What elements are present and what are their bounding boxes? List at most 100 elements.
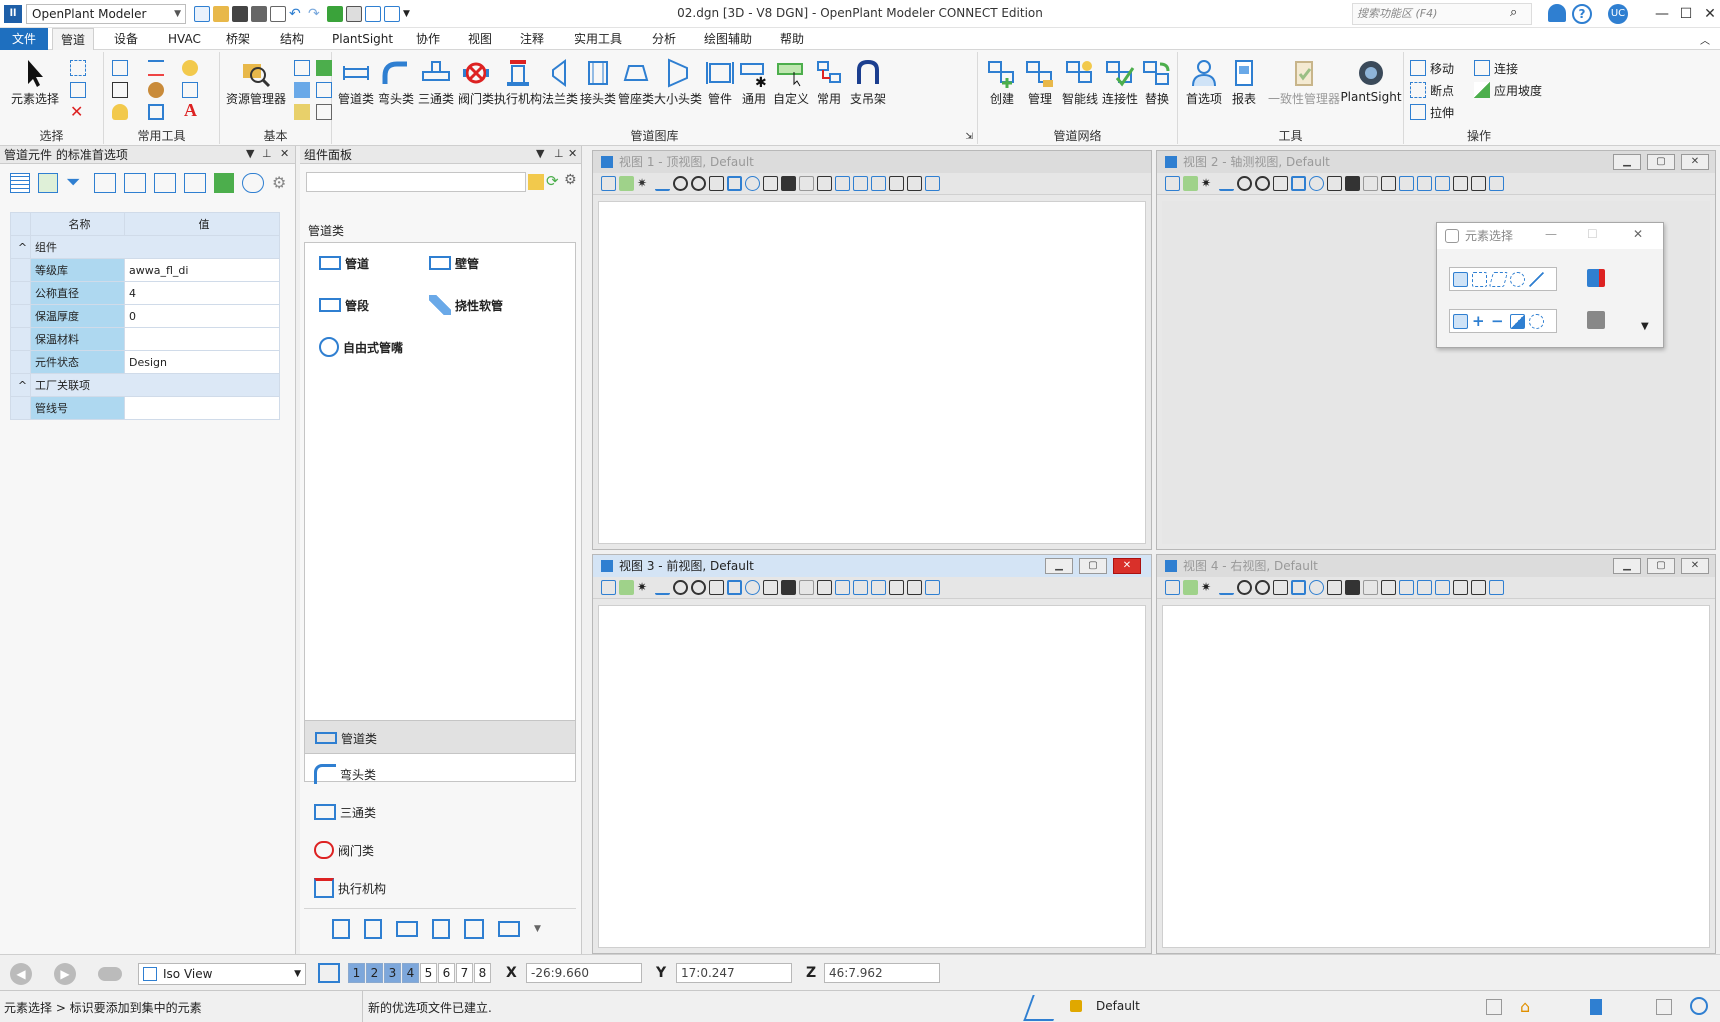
brightness-icon[interactable]: ✷ [637,580,652,595]
language-icon[interactable] [1690,997,1708,1015]
library-custom-button[interactable]: 自定义 [772,58,810,107]
ground-icon[interactable] [1219,176,1234,191]
category-list-item[interactable]: 弯头类 [314,764,376,784]
pan-icon[interactable] [763,580,778,595]
library-pipe-button[interactable]: 管道类 [336,58,376,107]
camera-icon[interactable] [817,176,832,191]
library-support-button[interactable]: 支吊架 [848,58,888,107]
category-list-item[interactable]: 执行机构 [314,878,386,898]
table-row[interactable]: 保温材料 [10,327,280,351]
tab-cabletray[interactable]: 桥架 [218,28,258,50]
views-icon[interactable] [194,6,210,22]
user-avatar[interactable]: UC [1608,4,1628,24]
component-item-free-nozzle[interactable]: 自由式管嘴 [319,337,403,357]
ground-icon[interactable] [1219,580,1234,595]
network-manage-button[interactable]: 管理 [1022,58,1058,107]
next-view-icon[interactable] [853,176,868,191]
light-icon[interactable] [182,60,198,76]
network-smartline-button[interactable]: 智能线 [1060,58,1100,107]
generic-icon[interactable] [498,920,520,937]
reports-button[interactable]: 报表 [1226,58,1262,107]
table-row[interactable]: 元件状态 Design [10,350,280,374]
fit-view-icon[interactable] [727,580,742,595]
view-toggle-4[interactable]: 4 [402,963,419,983]
settings-icon[interactable]: ⚙ [564,172,577,188]
model-icon[interactable] [98,967,122,981]
walk-icon[interactable] [1345,580,1360,595]
section-header-plant[interactable]: 工厂关联项 [30,373,280,397]
home-icon[interactable]: ⌂ [1520,997,1530,1016]
prop-value[interactable] [124,327,280,351]
view-1-top[interactable]: 视图 1 - 顶视图, Default ✷ [592,150,1152,550]
view-canvas[interactable] [1162,605,1710,948]
brightness-icon[interactable]: ✷ [1201,580,1216,595]
window-area-icon[interactable] [1273,176,1288,191]
dialog-minimize-icon[interactable]: — [1545,227,1557,241]
pan-icon[interactable] [1327,580,1342,595]
save-icon[interactable] [232,6,248,22]
pan-icon[interactable] [763,176,778,191]
brightness-icon[interactable]: ✷ [637,176,652,191]
component-item-wall-pipe[interactable]: 壁管 [429,253,479,273]
tab-plantsight[interactable]: PlantSight [324,28,401,50]
app-selector[interactable]: OpenPlant Modeler ▼ [26,4,186,24]
search-filter-icon[interactable] [528,174,544,190]
library-seat-button[interactable]: 管座类 [616,58,656,107]
snap-icon[interactable] [1656,999,1672,1015]
clip-mask-icon[interactable] [1471,580,1486,595]
library-joint-button[interactable]: 接头类 [578,58,618,107]
zoom-in-icon[interactable] [673,176,688,191]
notification-icon[interactable] [1548,4,1566,22]
fit-view-icon[interactable] [1291,176,1306,191]
view-2-iso[interactable]: 视图 2 - 轴测视图, Default ▁ ▢ ✕ ✷ [1156,150,1716,550]
zoom-out-icon[interactable] [691,176,706,191]
library-frequent-button[interactable]: 常用 [810,58,848,107]
bulb-icon[interactable] [112,104,128,120]
prop-value[interactable]: Design [124,350,280,374]
dialog-close-icon[interactable]: ✕ [1633,227,1643,241]
hierarchy-icon[interactable] [316,104,332,120]
table-add-icon[interactable] [214,173,234,193]
window-area-icon[interactable] [1273,580,1288,595]
select-all-icon[interactable] [70,82,86,98]
zoom-out-icon[interactable] [1255,176,1270,191]
fitting-icon[interactable] [464,918,484,939]
library-reducer-button[interactable]: 大小头类 [654,58,702,107]
tab-drawing-aids[interactable]: 绘图辅助 [696,28,760,50]
move-button[interactable]: 移动 [1410,58,1454,78]
select-fence-icon[interactable] [70,60,86,76]
mode-toggle-icon[interactable] [1529,313,1544,329]
tab-utilities[interactable]: 实用工具 [566,28,630,50]
break-button[interactable]: 断点 [1410,80,1454,100]
tab-annotate[interactable]: 注释 [512,28,552,50]
open-folder-icon[interactable] [213,6,229,22]
maximize-window-button[interactable]: ☐ [1674,2,1698,26]
zoom-out-icon[interactable] [691,580,706,595]
maximize-view-button[interactable]: ▢ [1647,154,1675,170]
clear-clip-icon[interactable] [1489,176,1504,191]
prop-value[interactable] [124,396,280,420]
next-view-icon[interactable] [1417,580,1432,595]
network-connectivity-button[interactable]: 连接性 [1100,58,1140,107]
tab-equipment[interactable]: 设备 [106,28,146,50]
select-line-icon[interactable] [1529,271,1544,287]
models-icon[interactable] [294,60,310,76]
copy-view-icon[interactable] [1435,580,1450,595]
table-row[interactable]: 保温厚度 0 [10,304,280,328]
walk-icon[interactable] [781,580,796,595]
text-icon[interactable]: A [184,100,197,121]
document-icon[interactable] [384,6,400,22]
next-view-icon[interactable] [853,580,868,595]
clip-mask-icon[interactable] [1471,176,1486,191]
view-toggle-6[interactable]: 6 [438,963,455,983]
joint-icon[interactable] [364,918,382,939]
forward-icon[interactable]: ▶ [54,963,76,985]
tab-help[interactable]: 帮助 [772,28,812,50]
seat-icon[interactable] [396,920,418,937]
display-style-icon[interactable] [1183,580,1198,595]
library-valve-button[interactable]: 阀门类 [456,58,496,107]
pin-panel-icon[interactable]: ⊥ [262,147,272,160]
compress-icon[interactable] [270,6,286,22]
component-flange-icon[interactable] [154,173,176,193]
pan-icon[interactable] [1327,176,1342,191]
